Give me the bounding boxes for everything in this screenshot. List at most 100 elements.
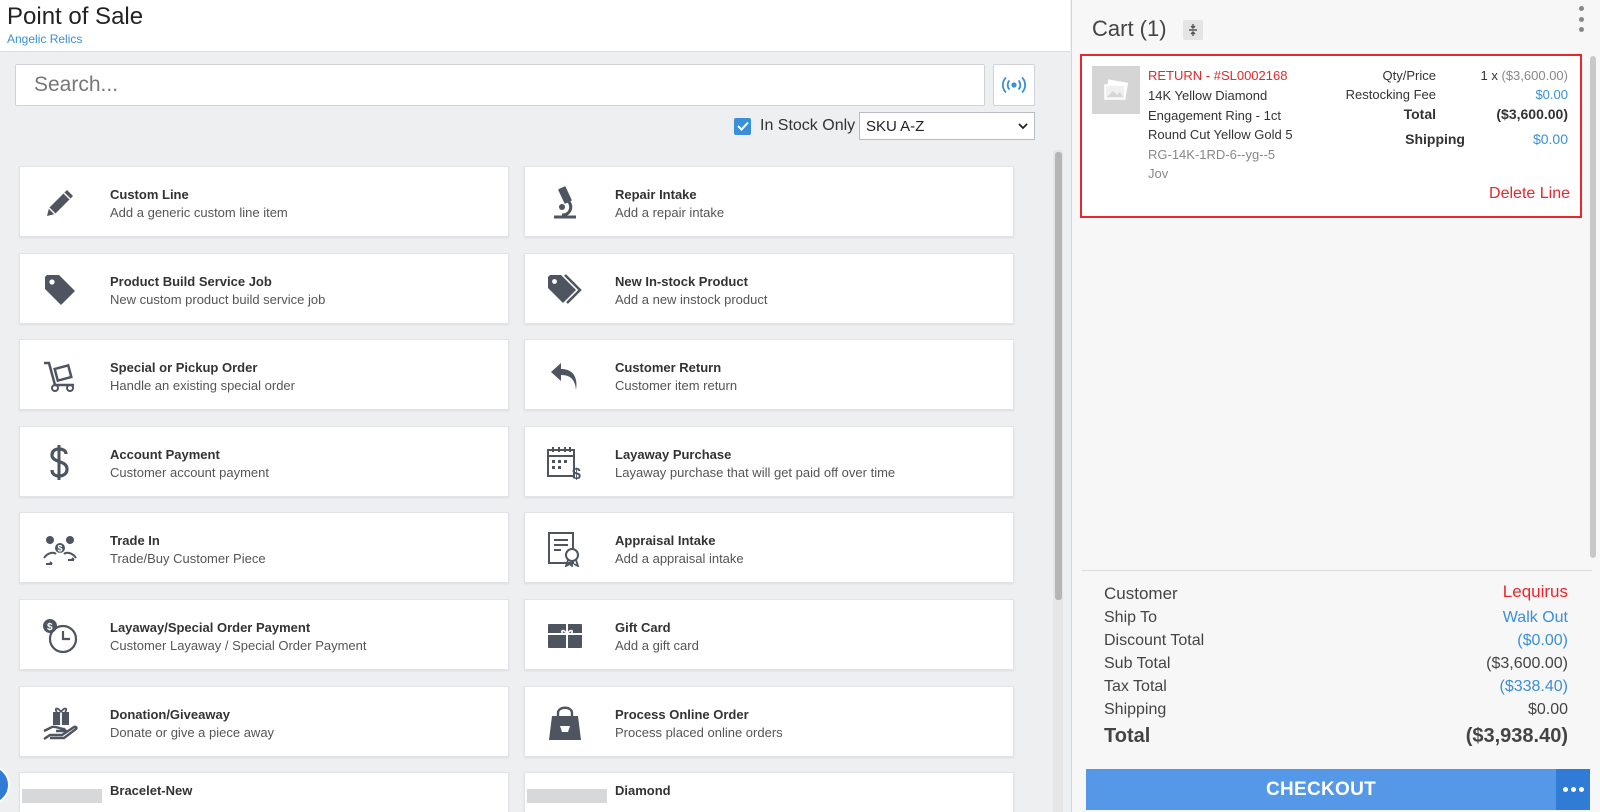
cart-panel: Cart (1) RETURN - #SL0002168 14K Yellow … [1071, 0, 1600, 812]
tile-title: Repair Intake [615, 187, 697, 202]
item-sku: RG-14K-1RD-6--yg--5 [1148, 147, 1276, 162]
tile-account-payment[interactable]: Account Payment Customer account payment [19, 426, 509, 497]
tile-title: Customer Return [615, 360, 722, 375]
dolly-icon [40, 357, 80, 395]
dot [1578, 27, 1584, 32]
return-order-label[interactable]: RETURN - #SL0002168 [1148, 68, 1287, 83]
restocking-fee-value[interactable]: $0.00 [1535, 87, 1568, 102]
grand-total-value: ($3,938.40) [1465, 725, 1568, 747]
stock-filter[interactable]: In Stock Only [734, 112, 855, 140]
cart-scrollbar[interactable] [1590, 56, 1596, 558]
tile-description: Add a gift card [615, 638, 699, 653]
tile-custom-line[interactable]: Custom Line Add a generic custom line it… [19, 166, 509, 237]
tile-title: Custom Line [110, 187, 189, 202]
tile-description: Add a new instock product [615, 292, 768, 307]
tile-description: Process placed online orders [615, 725, 783, 740]
search-input[interactable] [16, 65, 984, 105]
tile-trade-in[interactable]: $ Trade In Trade/Buy Customer Piece [19, 512, 509, 583]
cart-menu-button[interactable] [1576, 6, 1586, 32]
tile-title: Bracelet-New [110, 783, 193, 798]
tile-title: Appraisal Intake [615, 533, 716, 548]
tile-process-online-order[interactable]: Process Online Order Process placed onli… [524, 686, 1014, 757]
help-launcher-button[interactable] [0, 765, 10, 805]
tile-new-in-stock-product[interactable]: New In-stock Product Add a new instock p… [524, 253, 1014, 324]
cart-line-item[interactable]: RETURN - #SL0002168 14K Yellow Diamond E… [1080, 54, 1582, 218]
tile-description: Donate or give a piece away [110, 725, 275, 740]
delete-line-button[interactable]: Delete Line [1489, 185, 1570, 203]
compress-icon [1189, 24, 1197, 36]
line-shipping-value[interactable]: $0.00 [1533, 131, 1568, 147]
tile-layaway-purchase[interactable]: $ Layaway Purchase Layaway purchase that… [524, 426, 1014, 497]
tile-description: Add a repair intake [615, 205, 725, 220]
pencil-icon [40, 184, 80, 222]
search-box[interactable] [15, 64, 985, 106]
tile-appraisal-intake[interactable]: Appraisal Intake Add a appraisal intake [524, 512, 1014, 583]
in-stock-label: In Stock Only [760, 117, 856, 134]
svg-text:$: $ [58, 544, 63, 554]
qty-price-value[interactable]: 1 x ($3,600.00) [1481, 68, 1568, 83]
tile-description: Layaway purchase that will get paid off … [615, 465, 896, 480]
hand-gift-icon [40, 704, 80, 742]
tax-total-value[interactable]: ($338.40) [1500, 678, 1569, 696]
collapse-lines-button[interactable] [1183, 20, 1203, 40]
line-total-value: ($3,600.00) [1496, 106, 1568, 122]
certificate-icon [545, 530, 585, 568]
clock-dollar-icon: $ [40, 617, 80, 655]
tile-gift-card[interactable]: Gift Card Add a gift card [524, 599, 1014, 670]
product-image-placeholder [527, 789, 607, 803]
shipping-label: Shipping [1104, 701, 1167, 718]
tile-description: Add a generic custom line item [110, 205, 288, 220]
restocking-fee-label: Restocking Fee [1345, 87, 1436, 102]
dot [1562, 787, 1568, 792]
tile-description: Add a appraisal intake [615, 551, 744, 566]
tile-title: Special or Pickup Order [110, 360, 258, 375]
image-placeholder-icon [1104, 79, 1129, 100]
tile-product-bracelet-new[interactable]: Bracelet-New [19, 772, 509, 812]
tile-special-pickup-order[interactable]: Special or Pickup Order Handle an existi… [19, 339, 509, 410]
ship-to-label: Ship To [1104, 609, 1158, 626]
tile-product-diamond[interactable]: Diamond [524, 772, 1014, 812]
tile-title: Donation/Giveaway [110, 707, 230, 722]
tile-title: Gift Card [615, 620, 671, 635]
microscope-icon [545, 184, 585, 222]
tile-description: Trade/Buy Customer Piece [110, 551, 266, 566]
discount-total-value[interactable]: ($0.00) [1517, 632, 1568, 650]
tile-description: Customer item return [615, 378, 738, 393]
return-arrow-icon [545, 357, 585, 395]
trade-icon: $ [40, 530, 80, 568]
page-title: Point of Sale [7, 3, 144, 30]
tile-title: Layaway/Special Order Payment [110, 620, 311, 635]
discount-total-label: Discount Total [1104, 632, 1205, 649]
gift-card-icon [545, 617, 585, 655]
sort-select[interactable]: SKU A-Z [859, 112, 1035, 140]
sub-total-label: Sub Total [1104, 655, 1171, 672]
customer-value[interactable]: Lequirus [1503, 582, 1568, 602]
scan-button[interactable] [993, 64, 1035, 106]
product-image-placeholder [22, 789, 102, 803]
store-name[interactable]: Angelic Relics [7, 32, 82, 46]
tile-customer-return[interactable]: Customer Return Customer item return [524, 339, 1014, 410]
tile-description: Handle an existing special order [110, 378, 295, 393]
tile-product-build-service-job[interactable]: Product Build Service Job New custom pro… [19, 253, 509, 324]
tile-repair-intake[interactable]: Repair Intake Add a repair intake [524, 166, 1014, 237]
summary-divider [1082, 570, 1592, 571]
svg-text:$: $ [572, 466, 581, 480]
tags-icon [545, 271, 585, 309]
cart-title: Cart (1) [1092, 16, 1167, 41]
svg-text:$: $ [47, 622, 53, 633]
tax-total-label: Tax Total [1104, 678, 1167, 695]
customer-label: Customer [1104, 584, 1178, 603]
tile-title: Diamond [615, 783, 671, 798]
tile-layaway-special-order-payment[interactable]: $ Layaway/Special Order Payment Customer… [19, 599, 509, 670]
dot [1578, 787, 1584, 792]
ship-to-value[interactable]: Walk Out [1503, 609, 1568, 627]
tile-donation-giveaway[interactable]: Donation/Giveaway Donate or give a piece… [19, 686, 509, 757]
product-thumbnail [1092, 66, 1140, 114]
dot [1578, 16, 1584, 22]
in-stock-checkbox[interactable] [734, 117, 751, 135]
chevron-down-icon [1018, 122, 1028, 129]
checkout-button[interactable]: CHECKOUT [1086, 769, 1556, 810]
checkout-options-button[interactable] [1556, 769, 1590, 810]
tiles-scrollbar-thumb[interactable] [1055, 152, 1062, 600]
tile-title: Account Payment [110, 447, 220, 462]
